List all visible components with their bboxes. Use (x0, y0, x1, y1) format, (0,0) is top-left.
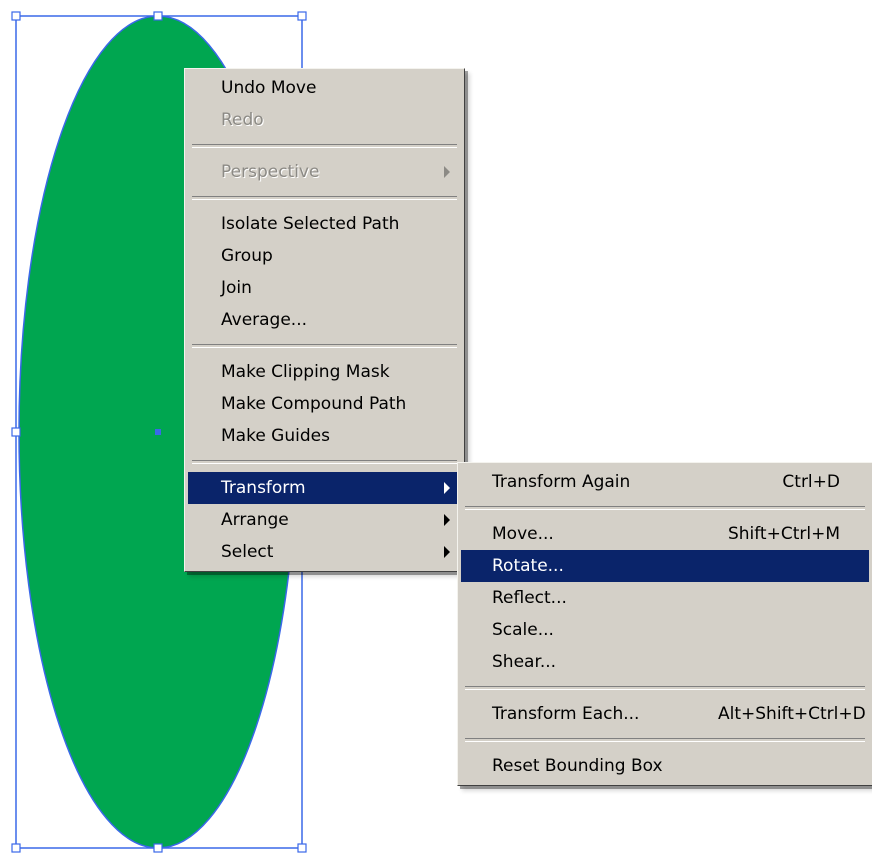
menu-item-label: Reflect... (492, 588, 567, 608)
menu-separator (192, 460, 457, 464)
menu-item-label: Redo (221, 110, 264, 130)
menu-item-make-guides[interactable]: Make Guides (188, 420, 461, 452)
menu-item-make-clipping-mask[interactable]: Make Clipping Mask (188, 356, 461, 388)
menu-item-shortcut: Alt+Shift+Ctrl+D (718, 704, 866, 724)
menu-item-label: Group (221, 246, 273, 266)
handle-middle-left[interactable] (11, 427, 21, 437)
transform-submenu: Transform Again Ctrl+D Move... Shift+Ctr… (457, 462, 872, 786)
menu-item-label: Rotate... (492, 556, 564, 576)
menu-item-isolate-selected-path[interactable]: Isolate Selected Path (188, 208, 461, 240)
menu-separator (192, 344, 457, 348)
menu-item-redo: Redo (188, 104, 461, 136)
handle-top-center[interactable] (153, 11, 163, 21)
submenu-arrow-icon (444, 546, 450, 558)
handle-bottom-left[interactable] (11, 843, 21, 853)
menu-item-label: Transform Again (492, 472, 631, 492)
menu-item-shortcut: Ctrl+D (782, 472, 840, 492)
menu-item-undo-move[interactable]: Undo Move (188, 72, 461, 104)
menu-separator (465, 506, 865, 510)
menu-item-move[interactable]: Move... Shift+Ctrl+M (461, 518, 869, 550)
menu-item-label: Make Guides (221, 426, 330, 446)
submenu-arrow-icon (444, 166, 450, 178)
menu-separator (192, 144, 457, 148)
menu-item-label: Undo Move (221, 78, 317, 98)
menu-item-label: Reset Bounding Box (492, 756, 663, 776)
menu-item-label: Move... (492, 524, 554, 544)
menu-separator (465, 686, 865, 690)
menu-separator (465, 738, 865, 742)
menu-item-label: Isolate Selected Path (221, 214, 400, 234)
menu-item-label: Join (221, 278, 252, 298)
menu-item-perspective: Perspective (188, 156, 461, 188)
menu-item-scale[interactable]: Scale... (461, 614, 869, 646)
menu-item-arrange[interactable]: Arrange (188, 504, 461, 536)
handle-bottom-right[interactable] (297, 843, 307, 853)
menu-item-label: Transform Each... (492, 704, 640, 724)
menu-item-select[interactable]: Select (188, 536, 461, 568)
menu-item-rotate[interactable]: Rotate... (461, 550, 869, 582)
menu-item-label: Average... (221, 310, 308, 330)
menu-item-reflect[interactable]: Reflect... (461, 582, 869, 614)
menu-item-label: Transform (221, 478, 306, 498)
menu-item-transform[interactable]: Transform (188, 472, 461, 504)
submenu-arrow-icon (444, 482, 450, 494)
menu-item-label: Perspective (221, 162, 320, 182)
menu-separator (192, 196, 457, 200)
center-point (155, 429, 161, 435)
menu-item-label: Scale... (492, 620, 554, 640)
menu-item-label: Make Clipping Mask (221, 362, 390, 382)
menu-item-shortcut: Shift+Ctrl+M (727, 524, 840, 544)
menu-item-reset-bounding-box[interactable]: Reset Bounding Box (461, 750, 869, 782)
menu-item-average[interactable]: Average... (188, 304, 461, 336)
menu-item-shear[interactable]: Shear... (461, 646, 869, 678)
menu-item-transform-each[interactable]: Transform Each... Alt+Shift+Ctrl+D (461, 698, 869, 730)
submenu-arrow-icon (444, 514, 450, 526)
menu-item-label: Select (221, 542, 274, 562)
context-menu: Undo Move Redo Perspective Isolate Selec… (184, 68, 465, 572)
handle-top-right[interactable] (297, 11, 307, 21)
menu-item-group[interactable]: Group (188, 240, 461, 272)
menu-item-label: Shear... (492, 652, 557, 672)
menu-item-join[interactable]: Join (188, 272, 461, 304)
menu-item-label: Arrange (221, 510, 289, 530)
handle-bottom-center[interactable] (153, 843, 163, 853)
menu-item-transform-again[interactable]: Transform Again Ctrl+D (461, 466, 869, 498)
handle-top-left[interactable] (11, 11, 21, 21)
menu-item-label: Make Compound Path (221, 394, 407, 414)
menu-item-make-compound-path[interactable]: Make Compound Path (188, 388, 461, 420)
